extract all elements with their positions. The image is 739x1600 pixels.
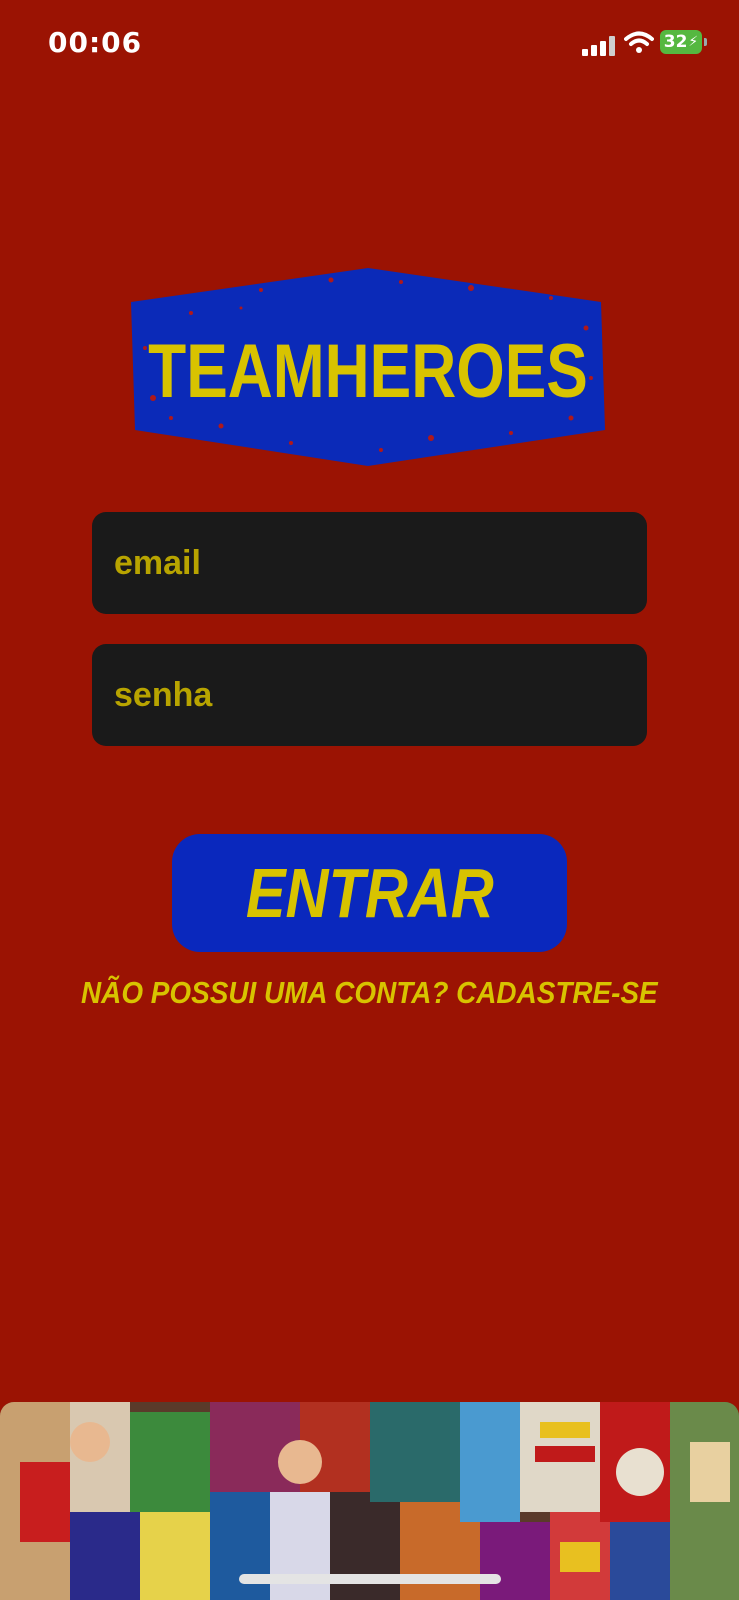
login-button-label: ENTRAR [245,854,494,932]
cellular-signal-icon [582,34,616,56]
comic-collage-image [0,1402,739,1600]
login-button[interactable]: ENTRAR [172,834,567,952]
battery-icon: 32 ⚡ [660,30,702,54]
password-field[interactable] [92,644,647,746]
status-time: 00:06 [48,26,143,59]
wifi-icon [624,30,654,54]
battery-level: 32 [663,32,688,52]
status-bar: 00:06 32 ⚡ [0,0,739,90]
signup-link[interactable]: NÃO POSSUI UMA CONTA? CADASTRE-SE [0,975,739,1011]
signup-link-label: NÃO POSSUI UMA CONTA? CADASTRE-SE [81,975,658,1010]
teamheroes-logo: TEAMHEROES [131,268,605,468]
battery-tip [704,38,707,46]
email-field[interactable] [92,512,647,614]
logo-text: TEAMHEROES [148,328,588,414]
home-indicator[interactable] [239,1574,501,1584]
